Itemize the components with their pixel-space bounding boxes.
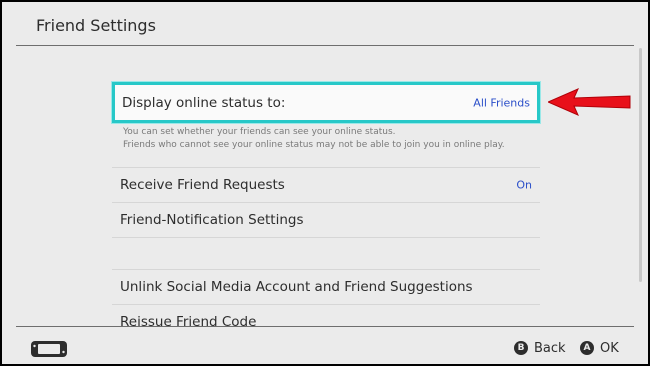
description-line: Friends who cannot see your online statu…: [123, 140, 505, 150]
unlink-social-label: Unlink Social Media Account and Friend S…: [120, 279, 473, 295]
friend-notification-label: Friend-Notification Settings: [120, 212, 304, 228]
unlink-social-setting[interactable]: Unlink Social Media Account and Friend S…: [112, 270, 540, 304]
online-status-label: Display online status to:: [122, 94, 286, 111]
online-status-setting[interactable]: Display online status to: All Friends: [112, 82, 540, 123]
back-button[interactable]: B Back: [514, 340, 566, 356]
friend-settings-screen: Friend Settings Display online status to…: [2, 2, 648, 364]
header-divider: [16, 45, 634, 46]
friend-requests-value: On: [516, 178, 532, 192]
reissue-friend-code-label: Reissue Friend Code: [120, 314, 257, 330]
b-button-icon: B: [514, 341, 528, 355]
scrollbar[interactable]: [639, 48, 642, 282]
handheld-console-icon: [31, 341, 67, 357]
red-arrow-icon: [548, 88, 631, 116]
reissue-friend-code-setting[interactable]: Reissue Friend Code: [112, 305, 540, 339]
page-title: Friend Settings: [36, 16, 156, 35]
footer-divider: [16, 326, 634, 327]
online-status-description: You can set whether your friends can see…: [123, 126, 505, 152]
friend-notification-setting[interactable]: Friend-Notification Settings: [112, 203, 540, 237]
description-line: You can set whether your friends can see…: [123, 127, 396, 137]
friend-requests-setting[interactable]: Receive Friend Requests On: [112, 168, 540, 202]
list-divider: [112, 237, 540, 238]
ok-button[interactable]: A OK: [580, 340, 619, 356]
friend-requests-label: Receive Friend Requests: [120, 177, 285, 193]
online-status-value: All Friends: [473, 96, 530, 109]
a-button-icon: A: [580, 341, 594, 355]
ok-label: OK: [600, 340, 619, 356]
back-label: Back: [534, 340, 566, 356]
